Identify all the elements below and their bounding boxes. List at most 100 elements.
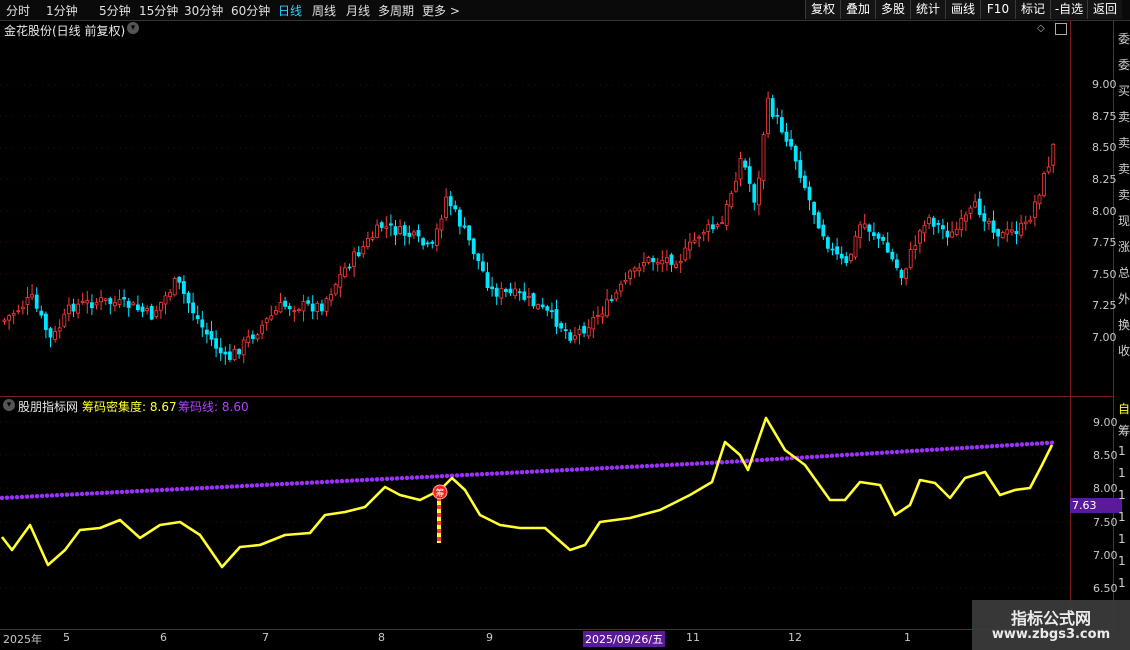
chip-line-dot — [64, 492, 70, 497]
statistics-button[interactable]: 统计 — [910, 0, 945, 19]
chip-line-dot — [369, 477, 375, 482]
chip-line-dot — [519, 469, 525, 475]
mark-button[interactable]: 标记 — [1015, 0, 1050, 19]
candle-body — [987, 220, 991, 224]
period-tab-30min[interactable]: 30分钟 — [184, 2, 223, 19]
period-tab-weekly[interactable]: 周线 — [312, 2, 336, 19]
period-tab-15min[interactable]: 15分钟 — [139, 2, 178, 19]
candle-body — [20, 306, 25, 310]
chip-line-dot — [539, 469, 545, 474]
candle-body — [720, 222, 724, 225]
chip-line-dot — [474, 472, 480, 477]
chip-line-dot — [724, 459, 730, 465]
chip-line-dot — [1039, 441, 1045, 446]
period-tab-1min[interactable]: 1分钟 — [46, 2, 78, 19]
candle-body — [780, 117, 784, 133]
back-button[interactable]: 返回 — [1087, 0, 1122, 19]
candle-body — [94, 302, 99, 306]
candle-body — [444, 196, 449, 218]
chip-line-dot — [14, 494, 20, 500]
candle-body — [586, 327, 591, 337]
chip-line-dot — [979, 444, 985, 450]
period-tab-fenshi[interactable]: 分时 — [6, 2, 30, 19]
more-periods-button[interactable]: 更多 > — [422, 2, 460, 19]
chip-line-dot — [944, 446, 950, 452]
period-tab-multi[interactable]: 多周期 — [378, 2, 414, 19]
candle-body — [757, 177, 761, 206]
candle-body — [784, 131, 789, 142]
info-strip-glyph: 收 — [1118, 344, 1130, 358]
candle-body — [775, 114, 780, 117]
info-strip-glyph: 卖 — [1118, 162, 1130, 176]
period-tab-monthly[interactable]: 月线 — [346, 2, 370, 19]
chip-signal-icon-glyph: 筹 — [435, 487, 444, 499]
candle-body — [872, 232, 876, 236]
candle-body — [1028, 219, 1033, 223]
candle-body — [849, 253, 853, 261]
overlay-button[interactable]: 叠加 — [840, 0, 875, 19]
candle-body — [292, 310, 297, 313]
chip-line-dot — [1014, 442, 1020, 447]
candle-body — [108, 298, 113, 304]
multi-stock-button[interactable]: 多股 — [875, 0, 910, 19]
candle-body — [550, 310, 554, 313]
diamond-icon[interactable]: ◇ — [1037, 23, 1045, 34]
fuquan-button[interactable]: 复权 — [805, 0, 840, 19]
price-axis-border — [1070, 20, 1071, 630]
remove-watchlist-button[interactable]: -自选 — [1050, 0, 1087, 19]
chip-line-dot — [224, 484, 230, 489]
period-tab-5min[interactable]: 5分钟 — [99, 2, 131, 19]
draw-line-button[interactable]: 画线 — [945, 0, 980, 19]
chip-line-dot — [489, 471, 495, 476]
candle-body — [333, 284, 338, 295]
candle-body — [67, 304, 71, 315]
price-tick: 8.75 — [1092, 110, 1117, 123]
chevron-down-icon[interactable]: ▾ — [127, 22, 139, 34]
chip-line-dot — [34, 493, 40, 499]
candle-body — [232, 349, 237, 361]
price-tick: 7.50 — [1092, 268, 1117, 281]
period-toolbar: 分时 1分钟 5分钟 15分钟 30分钟 60分钟 日线 周线 月线 多周期 更… — [0, 0, 1130, 21]
candle-body — [218, 347, 223, 354]
candle-body — [885, 242, 890, 253]
candle-body — [158, 302, 163, 311]
candle-body — [315, 302, 320, 312]
chip-line-dot — [609, 465, 615, 470]
candle-body — [375, 224, 380, 238]
chip-line-dot — [404, 475, 410, 481]
candle-body — [260, 324, 265, 334]
candle-body — [609, 299, 614, 301]
indicator-tick: 7.00 — [1093, 549, 1118, 562]
chip-line-dot — [939, 447, 945, 452]
chip-line-dot — [359, 477, 365, 483]
candle-body — [149, 305, 154, 320]
chip-line-dot — [669, 462, 675, 467]
chip-line-dot — [39, 493, 45, 499]
candle-body — [738, 158, 743, 180]
chip-line-dot — [234, 484, 240, 489]
candle-body — [540, 304, 545, 308]
chip-line-dot — [169, 487, 175, 492]
candle-body — [448, 196, 453, 207]
period-tab-daily[interactable]: 日线 — [278, 2, 302, 19]
chip-line-dot — [319, 479, 325, 485]
chip-line-dot — [569, 467, 575, 472]
chip-line-dot — [974, 444, 980, 450]
crosshair-date-label: 2025/09/26/五 — [583, 631, 666, 647]
chip-line-dot — [524, 469, 530, 475]
f10-button[interactable]: F10 — [980, 0, 1015, 19]
chip-line-dot — [209, 485, 215, 490]
chip-line-dot — [774, 456, 780, 462]
candle-body — [103, 298, 108, 301]
candle-body — [637, 267, 642, 272]
info-strip-glyph: 委 — [1118, 58, 1130, 72]
period-tab-60min[interactable]: 60分钟 — [231, 2, 270, 19]
price-tick: 7.25 — [1092, 299, 1117, 312]
price-tick: 8.00 — [1092, 205, 1117, 218]
chip-line-dot — [784, 456, 790, 461]
candle-body — [154, 310, 159, 318]
window-toggle-icon[interactable] — [1055, 23, 1067, 35]
candle-body — [2, 319, 7, 322]
candle-body — [752, 184, 757, 203]
candle-body — [7, 315, 11, 321]
